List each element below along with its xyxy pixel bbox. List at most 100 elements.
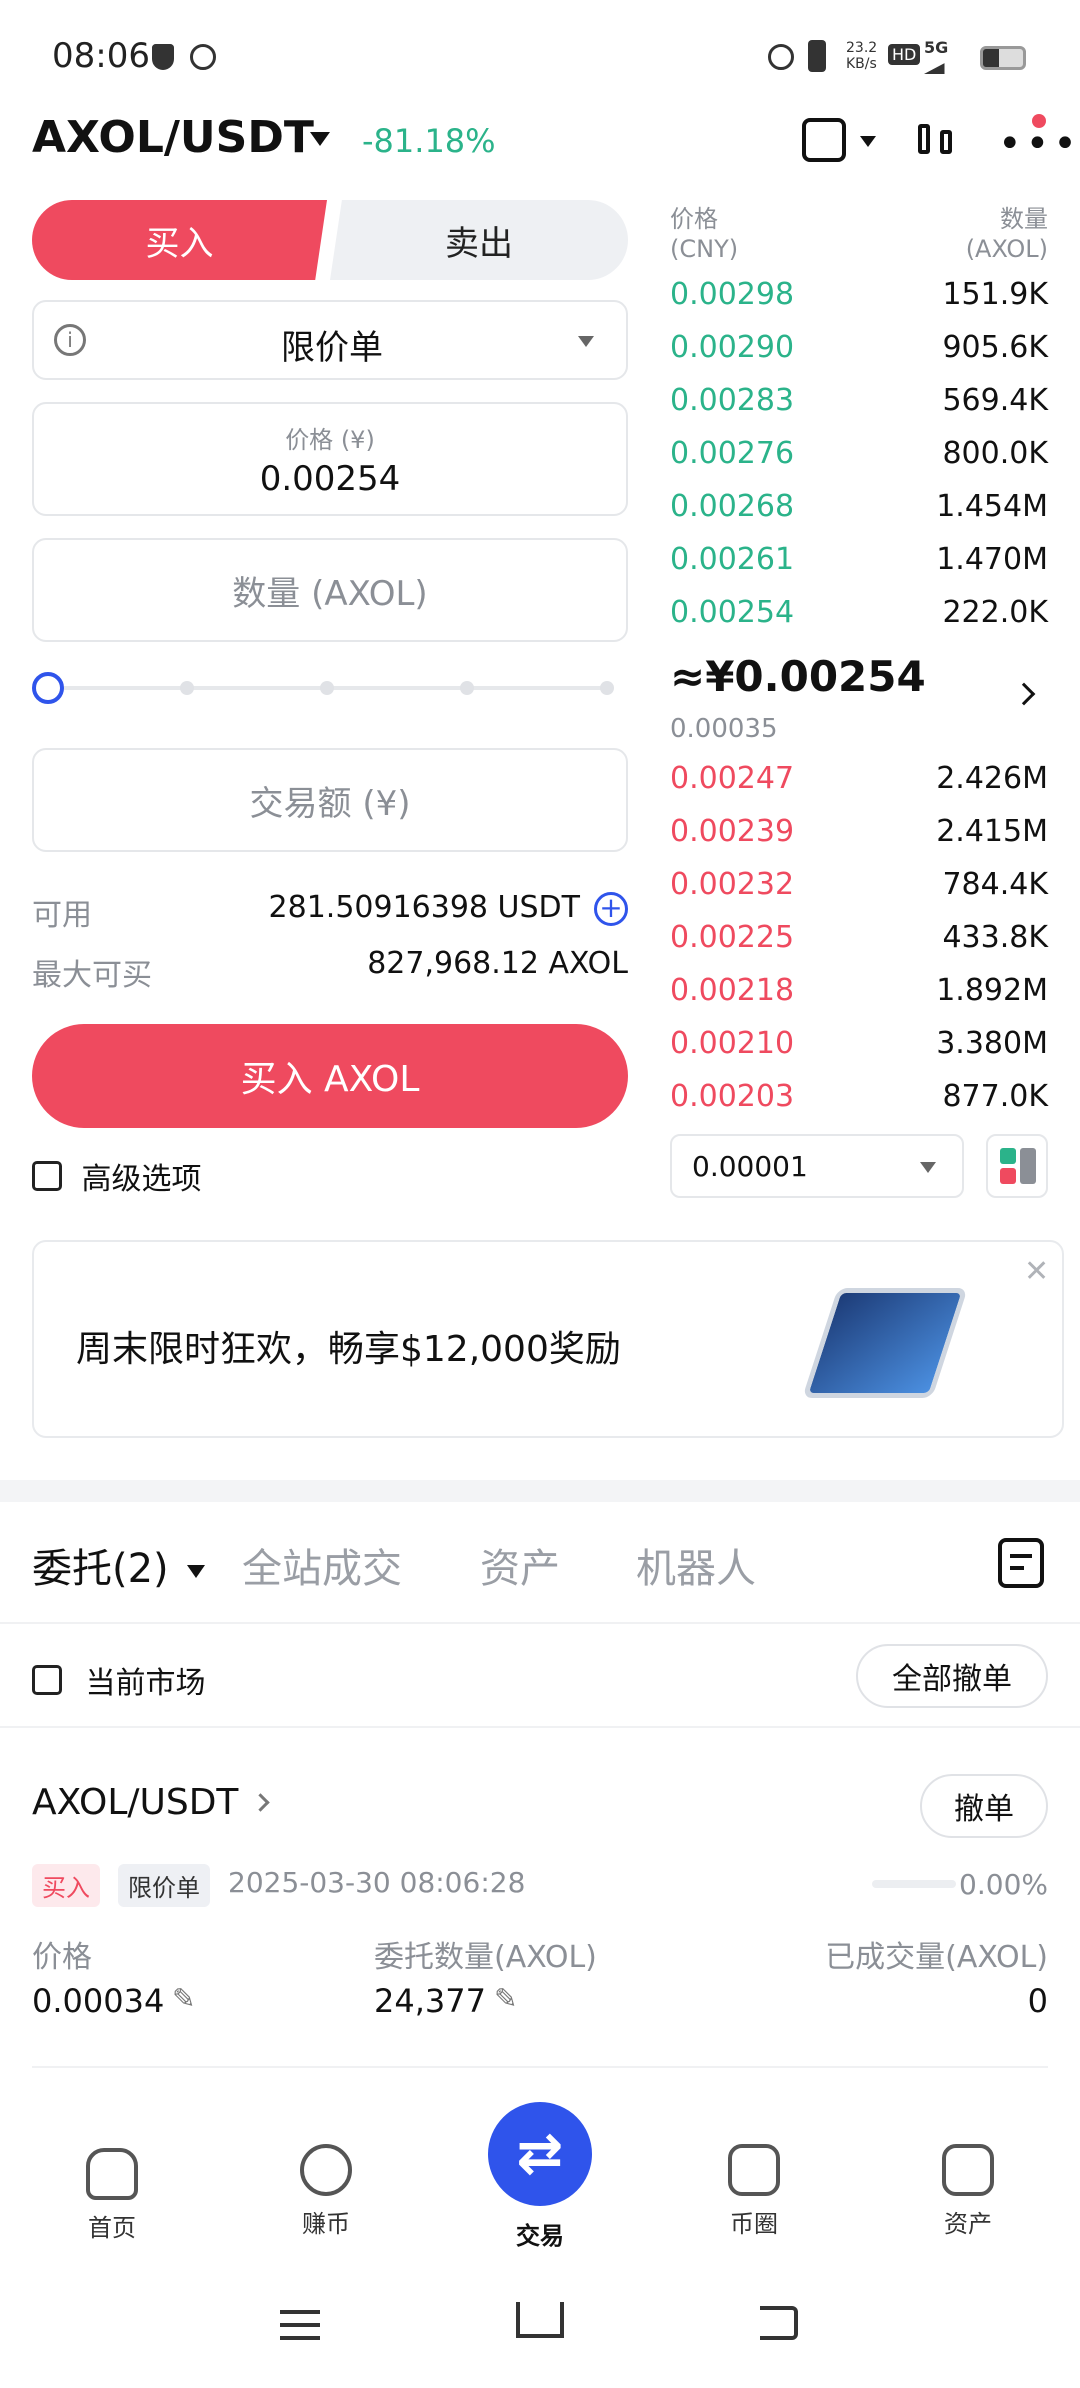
current-market-filter[interactable]: 当前市场 <box>32 1658 206 1702</box>
last-price[interactable]: ≈¥0.00254 <box>670 652 926 701</box>
advanced-label: 高级选项 <box>81 1162 202 1197</box>
ask-qty: 1.470M <box>936 542 1048 577</box>
ask-row[interactable]: 0.00298 151.9K <box>670 268 1048 321</box>
bid-price: 0.00210 <box>670 1026 795 1061</box>
tab-buy[interactable]: 买入 <box>32 200 327 280</box>
bid-row[interactable]: 0.00210 3.380M <box>670 1017 1048 1070</box>
nav-trade[interactable]: ⇄ 交易 <box>460 2102 620 2251</box>
nav-community-label: 币圈 <box>730 2210 778 2238</box>
banner-text: 周末限时狂欢，畅享$12,000奖励 <box>76 1329 621 1370</box>
order-qty-value: 24,377 <box>374 1982 486 2020</box>
back-icon[interactable] <box>760 2306 798 2340</box>
edit-price-icon[interactable]: ✎ <box>172 1982 195 2015</box>
order-filled-value: 0 <box>1027 1982 1048 2020</box>
bid-qty: 784.4K <box>942 867 1048 902</box>
bid-row[interactable]: 0.00203 877.0K <box>670 1070 1048 1123</box>
bid-price: 0.00225 <box>670 920 795 955</box>
chevron-right-icon[interactable] <box>251 1793 270 1812</box>
ask-price: 0.00268 <box>670 489 795 524</box>
current-market-checkbox[interactable] <box>32 1665 62 1695</box>
vibrate-icon <box>808 40 826 72</box>
nav-assets[interactable]: 资产 <box>888 2144 1048 2239</box>
app-notification-icon <box>190 44 216 70</box>
notification-dot <box>1032 114 1046 128</box>
price-field[interactable]: 价格 (¥) 0.00254 <box>32 402 628 516</box>
bid-row[interactable]: 0.00247 2.426M <box>670 752 1048 805</box>
edit-qty-icon[interactable]: ✎ <box>494 1982 517 2015</box>
chevron-down-icon <box>187 1564 206 1578</box>
ask-row[interactable]: 0.00290 905.6K <box>670 321 1048 374</box>
chevron-right-icon[interactable] <box>1012 682 1036 706</box>
precision-value: 0.00001 <box>692 1150 808 1183</box>
add-funds-icon[interactable]: + <box>594 892 628 926</box>
bid-row[interactable]: 0.00239 2.415M <box>670 805 1048 858</box>
cancel-all-button[interactable]: 全部撤单 <box>856 1644 1048 1708</box>
ask-row[interactable]: 0.00261 1.470M <box>670 533 1048 586</box>
amount-field[interactable]: 交易额 (¥) <box>32 748 628 852</box>
nav-home[interactable]: 首页 <box>32 2148 192 2243</box>
type-tag: 限价单 <box>118 1864 210 1907</box>
available-value: 281.50916398 USDT <box>268 890 580 925</box>
order-card: AXOL/USDT 撤单 买入 限价单 2025-03-30 08:06:28 … <box>0 1728 1080 2068</box>
precision-select[interactable]: 0.00001 <box>670 1134 964 1198</box>
price-field-label: 价格 (¥) <box>285 426 375 454</box>
bid-row[interactable]: 0.00232 784.4K <box>670 858 1048 911</box>
candlestick-icon[interactable] <box>912 116 960 166</box>
promo-banner[interactable]: 周末限时狂欢，畅享$12,000奖励 ✕ <box>32 1240 1064 1438</box>
ask-qty: 800.0K <box>942 436 1048 471</box>
tab-orders[interactable]: 委托(2) <box>32 1536 206 1594</box>
ask-row[interactable]: 0.00276 800.0K <box>670 427 1048 480</box>
bid-qty: 2.415M <box>936 814 1048 849</box>
signal-icon <box>924 56 958 74</box>
cancel-order-button[interactable]: 撤单 <box>920 1774 1048 1838</box>
quantity-field[interactable]: 数量 (AXOL) <box>32 538 628 642</box>
tab-sell[interactable]: 卖出 <box>330 200 628 280</box>
orderbook-layout-icon[interactable] <box>986 1134 1048 1198</box>
current-market-label: 当前市场 <box>85 1666 206 1701</box>
nav-trade-label: 交易 <box>516 2222 564 2250</box>
order-history-icon[interactable] <box>998 1538 1044 1588</box>
home-system-icon[interactable] <box>516 2302 564 2338</box>
ask-qty: 1.454M <box>936 489 1048 524</box>
chart-dropdown-icon[interactable] <box>860 136 876 147</box>
order-pair[interactable]: AXOL/USDT <box>32 1782 238 1823</box>
order-type-select[interactable]: i 限价单 <box>32 300 628 380</box>
amount-placeholder: 交易额 (¥) <box>249 783 411 824</box>
tab-trades[interactable]: 全站成交 <box>242 1536 402 1594</box>
tab-assets[interactable]: 资产 <box>480 1536 560 1594</box>
order-type-label: 限价单 <box>281 328 383 368</box>
close-icon[interactable]: ✕ <box>1024 1254 1049 1289</box>
orderbook-price-header: 价格 (CNY) <box>670 205 739 263</box>
ask-row[interactable]: 0.00254 222.0K <box>670 586 1048 639</box>
bid-qty: 1.892M <box>936 973 1048 1008</box>
tab-robot[interactable]: 机器人 <box>636 1536 756 1594</box>
amount-slider[interactable] <box>32 670 628 706</box>
pair-dropdown-icon[interactable] <box>310 132 330 146</box>
nav-earn[interactable]: 赚币 <box>246 2144 406 2239</box>
chart-icon[interactable] <box>802 118 846 162</box>
bid-price: 0.00218 <box>670 973 795 1008</box>
ask-row[interactable]: 0.00268 1.454M <box>670 480 1048 533</box>
bid-row[interactable]: 0.00218 1.892M <box>670 964 1048 1017</box>
ask-row[interactable]: 0.00283 569.4K <box>670 374 1048 427</box>
buy-button[interactable]: 买入 AXOL <box>32 1024 628 1128</box>
orderbook-qty-header[interactable]: 数量 (AXOL) <box>966 204 1048 264</box>
slider-handle[interactable] <box>32 672 64 704</box>
price-field-value[interactable]: 0.00254 <box>34 459 626 499</box>
nav-community[interactable]: 币圈 <box>674 2144 834 2239</box>
advanced-options[interactable]: 高级选项 <box>32 1154 202 1198</box>
menu-icon[interactable] <box>280 2310 320 2340</box>
order-price-value: 0.00034 <box>32 1982 165 2020</box>
tablet-image <box>802 1288 968 1398</box>
ask-price: 0.00290 <box>670 330 795 365</box>
nav-earn-label: 赚币 <box>302 2210 350 2238</box>
divider <box>32 2066 1048 2068</box>
advanced-checkbox[interactable] <box>32 1161 62 1191</box>
home-icon <box>86 2148 138 2200</box>
bid-row[interactable]: 0.00225 433.8K <box>670 911 1048 964</box>
ask-price: 0.00283 <box>670 383 795 418</box>
order-time: 2025-03-30 08:06:28 <box>228 1866 526 1899</box>
pair-title[interactable]: AXOL/USDT <box>32 112 314 163</box>
more-icon[interactable]: ••• <box>998 124 1080 164</box>
bid-price: 0.00203 <box>670 1079 795 1114</box>
